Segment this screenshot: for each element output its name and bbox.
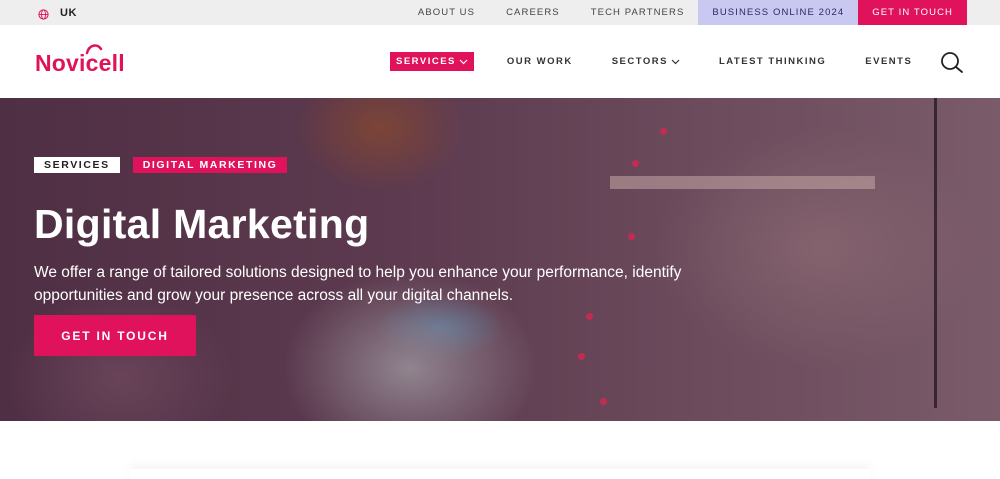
background-light bbox=[578, 353, 585, 360]
content-area bbox=[0, 421, 1000, 476]
page-title: Digital Marketing bbox=[34, 201, 370, 247]
breadcrumb-tags: SERVICES DIGITAL MARKETING bbox=[34, 157, 288, 173]
nav-sectors-label: SECTORS bbox=[611, 56, 668, 67]
card-edge bbox=[130, 469, 870, 479]
background-light bbox=[586, 313, 593, 320]
locale-switcher[interactable]: UK bbox=[38, 6, 77, 20]
main-header: Novicell SERVICES OUR WORK SECTORS LATES… bbox=[0, 25, 1000, 98]
tech-partners-link[interactable]: TECH PARTNERS bbox=[591, 7, 685, 18]
globe-icon bbox=[38, 7, 49, 20]
search-icon bbox=[941, 52, 963, 73]
novicell-logo[interactable]: Novicell bbox=[35, 43, 145, 79]
tag-digital-marketing[interactable]: DIGITAL MARKETING bbox=[132, 157, 288, 173]
nav-services[interactable]: SERVICES bbox=[390, 52, 474, 71]
chevron-down-icon bbox=[459, 59, 468, 64]
primary-nav: SERVICES OUR WORK SECTORS LATEST THINKIN… bbox=[390, 52, 912, 71]
nav-services-label: SERVICES bbox=[396, 56, 456, 67]
background-light bbox=[600, 398, 607, 405]
search-button[interactable] bbox=[940, 52, 964, 74]
background-lamp-stand bbox=[934, 98, 937, 408]
utility-bar: UK ABOUT US CAREERS TECH PARTNERS BUSINE… bbox=[0, 0, 1000, 25]
about-us-link[interactable]: ABOUT US bbox=[418, 7, 475, 18]
chevron-down-icon bbox=[671, 59, 680, 64]
get-in-touch-hero-button[interactable]: GET IN TOUCH bbox=[34, 315, 196, 356]
hero-banner: SERVICES DIGITAL MARKETING Digital Marke… bbox=[0, 98, 1000, 421]
logo-wordmark: Novicell bbox=[35, 50, 125, 76]
nav-latest-thinking[interactable]: LATEST THINKING bbox=[719, 56, 826, 67]
nav-our-work[interactable]: OUR WORK bbox=[507, 56, 573, 67]
locale-label: UK bbox=[60, 6, 77, 19]
careers-link[interactable]: CAREERS bbox=[506, 7, 560, 18]
business-online-button[interactable]: BUSINESS ONLINE 2024 bbox=[698, 0, 859, 25]
hero-description: We offer a range of tailored solutions d… bbox=[34, 264, 682, 304]
tag-services[interactable]: SERVICES bbox=[34, 157, 120, 173]
get-in-touch-top-button[interactable]: GET IN TOUCH bbox=[858, 0, 967, 25]
background-light bbox=[660, 128, 667, 135]
nav-sectors[interactable]: SECTORS bbox=[612, 56, 680, 67]
background-light bbox=[632, 160, 639, 167]
background-light bbox=[628, 233, 635, 240]
background-shelf bbox=[610, 176, 875, 189]
nav-events[interactable]: EVENTS bbox=[865, 56, 912, 67]
